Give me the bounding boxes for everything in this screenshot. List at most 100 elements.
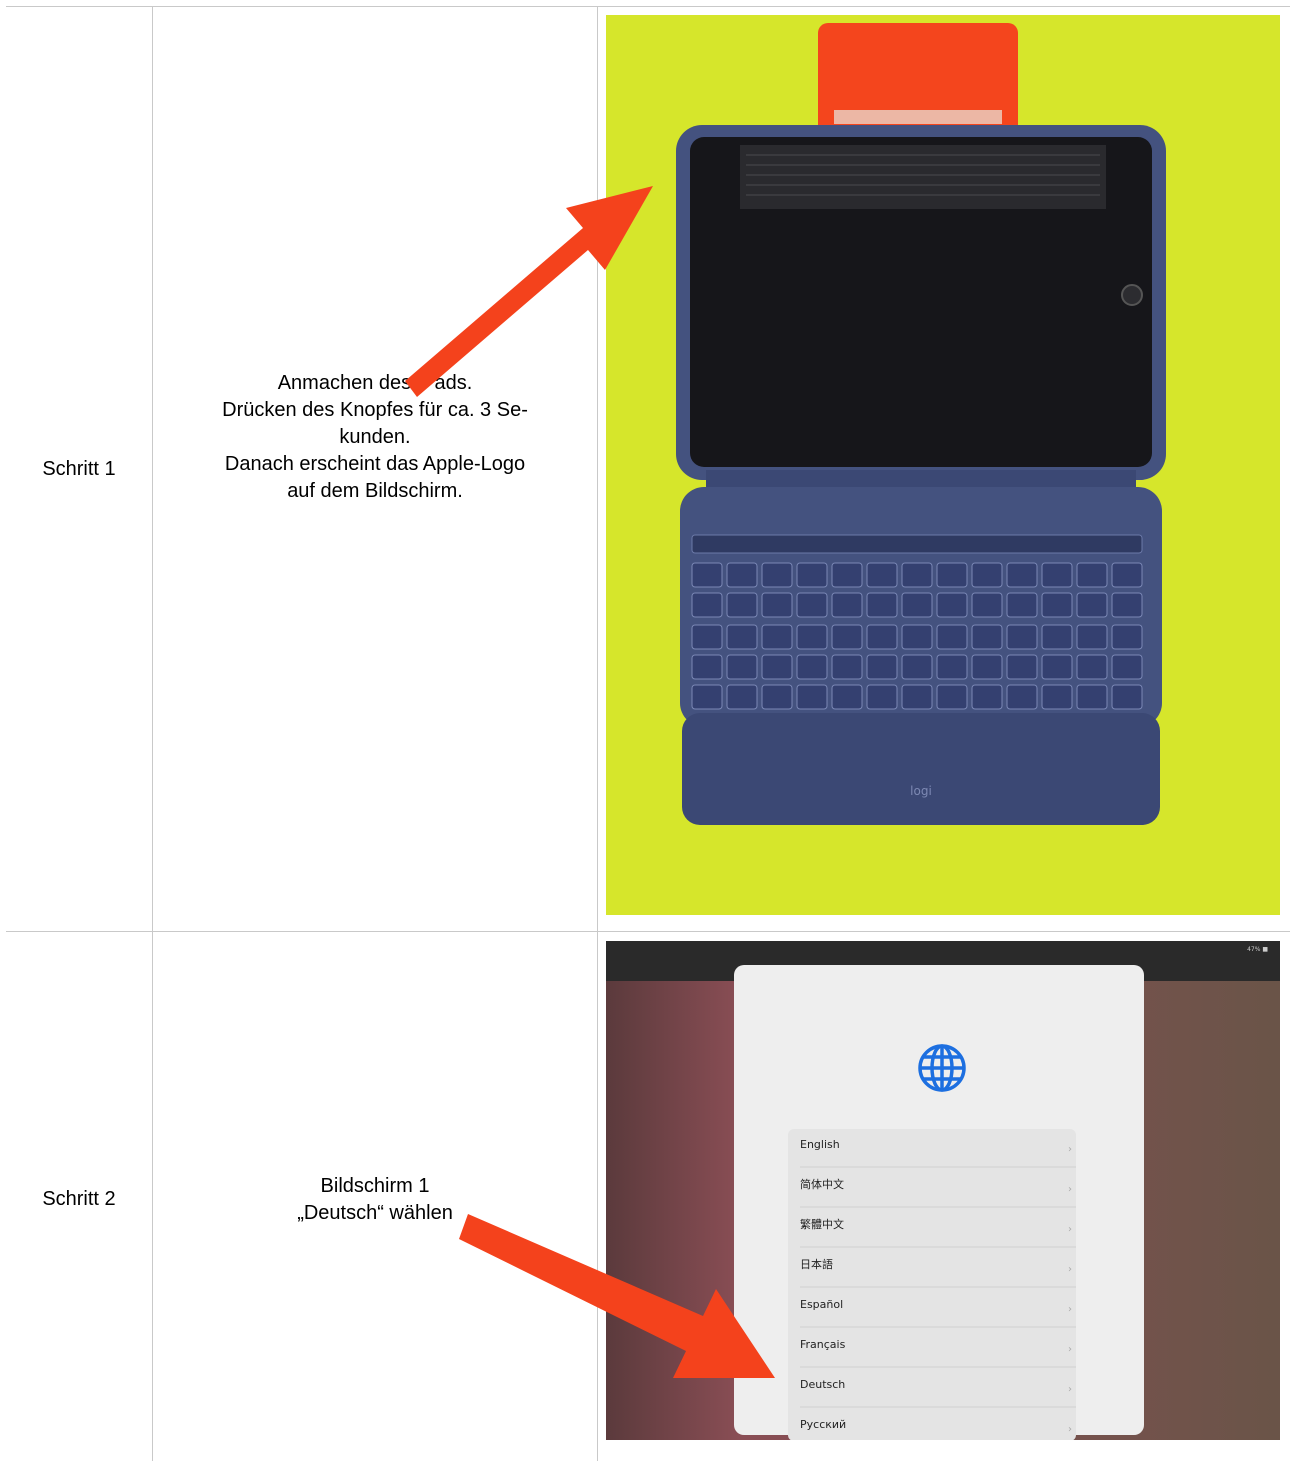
chevron-right-icon: › — [1068, 1424, 1072, 1435]
language-option[interactable]: 日本語 — [800, 1257, 833, 1271]
chevron-right-icon: › — [1068, 1184, 1072, 1195]
keyboard-key — [936, 592, 968, 618]
table-border-top — [6, 6, 1290, 7]
keyboard-key — [901, 654, 933, 680]
keyboard-key — [1111, 624, 1143, 650]
globe-icon — [918, 1044, 966, 1092]
keyboard-key — [866, 654, 898, 680]
keyboard-key — [796, 654, 828, 680]
keyboard-key — [1041, 562, 1073, 588]
table-column-divider-2 — [597, 6, 598, 1461]
keyboard-key — [1076, 654, 1108, 680]
keyboard-key — [831, 562, 863, 588]
keyboard-key — [971, 684, 1003, 710]
step-1-description: Anmachen des iPads. Drücken des Knopfes … — [160, 370, 590, 505]
keyboard-key — [1111, 654, 1143, 680]
keyboard-key — [936, 624, 968, 650]
step-1-label: Schritt 1 — [42, 458, 116, 480]
language-option[interactable]: Français — [800, 1338, 846, 1351]
keyboard-key — [971, 562, 1003, 588]
ipad-keyboard-photo: logi — [606, 15, 1280, 915]
keyboard-key — [901, 562, 933, 588]
step-2-label: Schritt 2 — [42, 1188, 116, 1210]
keyboard-key — [831, 592, 863, 618]
language-screen-photo: 47% ■ English › 简体中文 › 繁體中文 › 日本語 › Español › Fran… — [606, 941, 1280, 1440]
keyboard-key — [936, 654, 968, 680]
language-option[interactable]: Español — [800, 1298, 843, 1311]
keyboard-key — [1076, 562, 1108, 588]
table-row-divider — [6, 931, 1290, 932]
step-2-description: Bildschirm 1 „Deutsch“ wählen — [160, 1173, 590, 1227]
language-option[interactable]: English — [800, 1138, 840, 1151]
keyboard-key — [1111, 592, 1143, 618]
language-list — [788, 1129, 1076, 1440]
keyboard-key — [1006, 684, 1038, 710]
step-1-line-4: Danach erscheint das Apple-Logo — [224, 453, 526, 475]
keyboard-key — [971, 654, 1003, 680]
chevron-right-icon: › — [1068, 1224, 1072, 1235]
palm-rest — [682, 713, 1160, 825]
language-option[interactable]: Deutsch — [800, 1378, 845, 1391]
keyboard-key — [691, 624, 723, 650]
keyboard-key — [866, 562, 898, 588]
language-option[interactable]: Русский — [800, 1418, 846, 1431]
keyboard-key — [761, 624, 793, 650]
logi-logo: logi — [910, 784, 932, 798]
keyboard-key — [866, 624, 898, 650]
keyboard-key — [866, 684, 898, 710]
battery-status: 47% ■ — [1247, 946, 1268, 953]
keyboard-key — [691, 562, 723, 588]
chevron-right-icon: › — [1068, 1304, 1072, 1315]
step-1-line-5: auf dem Bildschirm. — [287, 480, 463, 502]
keyboard-key — [971, 592, 1003, 618]
keyboard-key — [1111, 562, 1143, 588]
keyboard-key — [726, 624, 758, 650]
chevron-right-icon: › — [1068, 1264, 1072, 1275]
chevron-right-icon: › — [1068, 1384, 1072, 1395]
keyboard-key — [796, 624, 828, 650]
keyboard-key — [1041, 592, 1073, 618]
keyboard-key — [901, 684, 933, 710]
table-column-divider-1 — [152, 6, 153, 1461]
step-1-line-1: Anmachen des iPads. — [277, 372, 473, 394]
chevron-right-icon: › — [1068, 1344, 1072, 1355]
keyboard-key — [866, 592, 898, 618]
chevron-right-icon: › — [1068, 1144, 1072, 1155]
keyboard-key — [1076, 624, 1108, 650]
keyboard-key — [726, 684, 758, 710]
keyboard-key — [1006, 592, 1038, 618]
keyboard-key — [1111, 684, 1143, 710]
keyboard-key — [691, 592, 723, 618]
keyboard-key — [936, 684, 968, 710]
keyboard-key — [1041, 624, 1073, 650]
keyboard-key — [831, 624, 863, 650]
keyboard-key — [831, 654, 863, 680]
keyboard-key — [1006, 654, 1038, 680]
keyboard-key — [796, 592, 828, 618]
keyboard-key — [761, 684, 793, 710]
step-1-line-2: Drücken des Knopfes für ca. 3 Se- — [222, 399, 528, 421]
keyboard-key — [761, 562, 793, 588]
keyboard-key — [1041, 654, 1073, 680]
step-1-line-3: kunden. — [339, 426, 411, 448]
home-button — [1121, 284, 1143, 306]
keyboard-key — [1041, 684, 1073, 710]
keyboard-key — [901, 592, 933, 618]
language-option[interactable]: 繁體中文 — [800, 1217, 844, 1231]
keyboard-key — [936, 562, 968, 588]
step-2-line-1: Bildschirm 1 — [320, 1175, 430, 1197]
keyboard-key — [831, 684, 863, 710]
keyboard-key — [796, 684, 828, 710]
keyboard-key — [971, 624, 1003, 650]
language-option[interactable]: 简体中文 — [800, 1177, 844, 1191]
keyboard-key — [1006, 562, 1038, 588]
keyboard-key — [1076, 684, 1108, 710]
keyboard-key — [726, 562, 758, 588]
keyboard-key — [761, 592, 793, 618]
keyboard-key — [691, 684, 723, 710]
keyboard-key — [796, 562, 828, 588]
keyboard-key — [761, 654, 793, 680]
keyboard-key — [1006, 624, 1038, 650]
keyboard-key — [726, 592, 758, 618]
keyboard-key — [1076, 592, 1108, 618]
